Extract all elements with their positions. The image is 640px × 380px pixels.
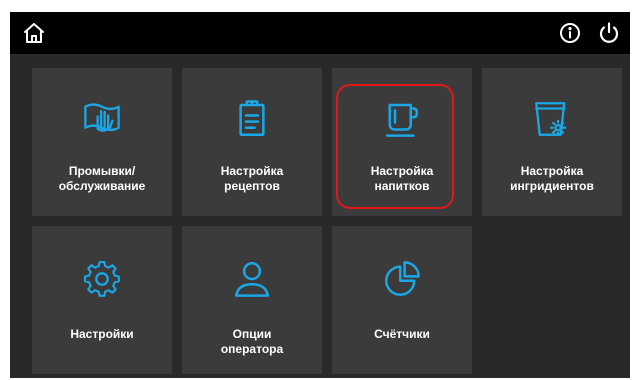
operator-user-icon (235, 262, 269, 297)
tile-operator-options[interactable]: Опции оператора (182, 226, 322, 374)
tile-label: Настройка напитков (370, 164, 434, 193)
tile-counters[interactable]: Счётчики (332, 226, 472, 374)
tile-washing-maintenance[interactable]: Промывки/ обслуживание (32, 68, 172, 216)
tile-recipe-settings[interactable]: Настройка рецептов (182, 68, 322, 216)
tile-label: Промывки/ обслуживание (58, 164, 146, 193)
tile-label: Настройка рецептов (220, 164, 284, 193)
tile-settings[interactable]: Настройки (32, 226, 172, 374)
tile-label: Опции оператора (220, 327, 284, 356)
home-icon[interactable] (22, 21, 46, 45)
tile-ingredient-settings[interactable]: Настройка ингридиентов (482, 68, 622, 216)
hand-wash-icon (84, 103, 120, 132)
top-bar (10, 12, 630, 54)
info-icon[interactable] (558, 21, 582, 45)
machine-screen: Промывки/ обслуживание Настройка рецепто… (10, 12, 630, 378)
counter-pie-icon (385, 261, 420, 296)
tile-label: Счётчики (374, 327, 430, 341)
tile-drink-settings[interactable]: Настройка напитков (332, 68, 472, 216)
recipe-clipboard-icon (239, 100, 265, 136)
gear-icon (83, 260, 120, 297)
power-icon[interactable] (597, 21, 621, 45)
tile-label: Настройка ингридиентов (510, 164, 594, 193)
cup-icon (385, 103, 419, 137)
ingredient-cup-gear-icon (535, 102, 567, 136)
tile-label: Настройки (70, 327, 134, 341)
